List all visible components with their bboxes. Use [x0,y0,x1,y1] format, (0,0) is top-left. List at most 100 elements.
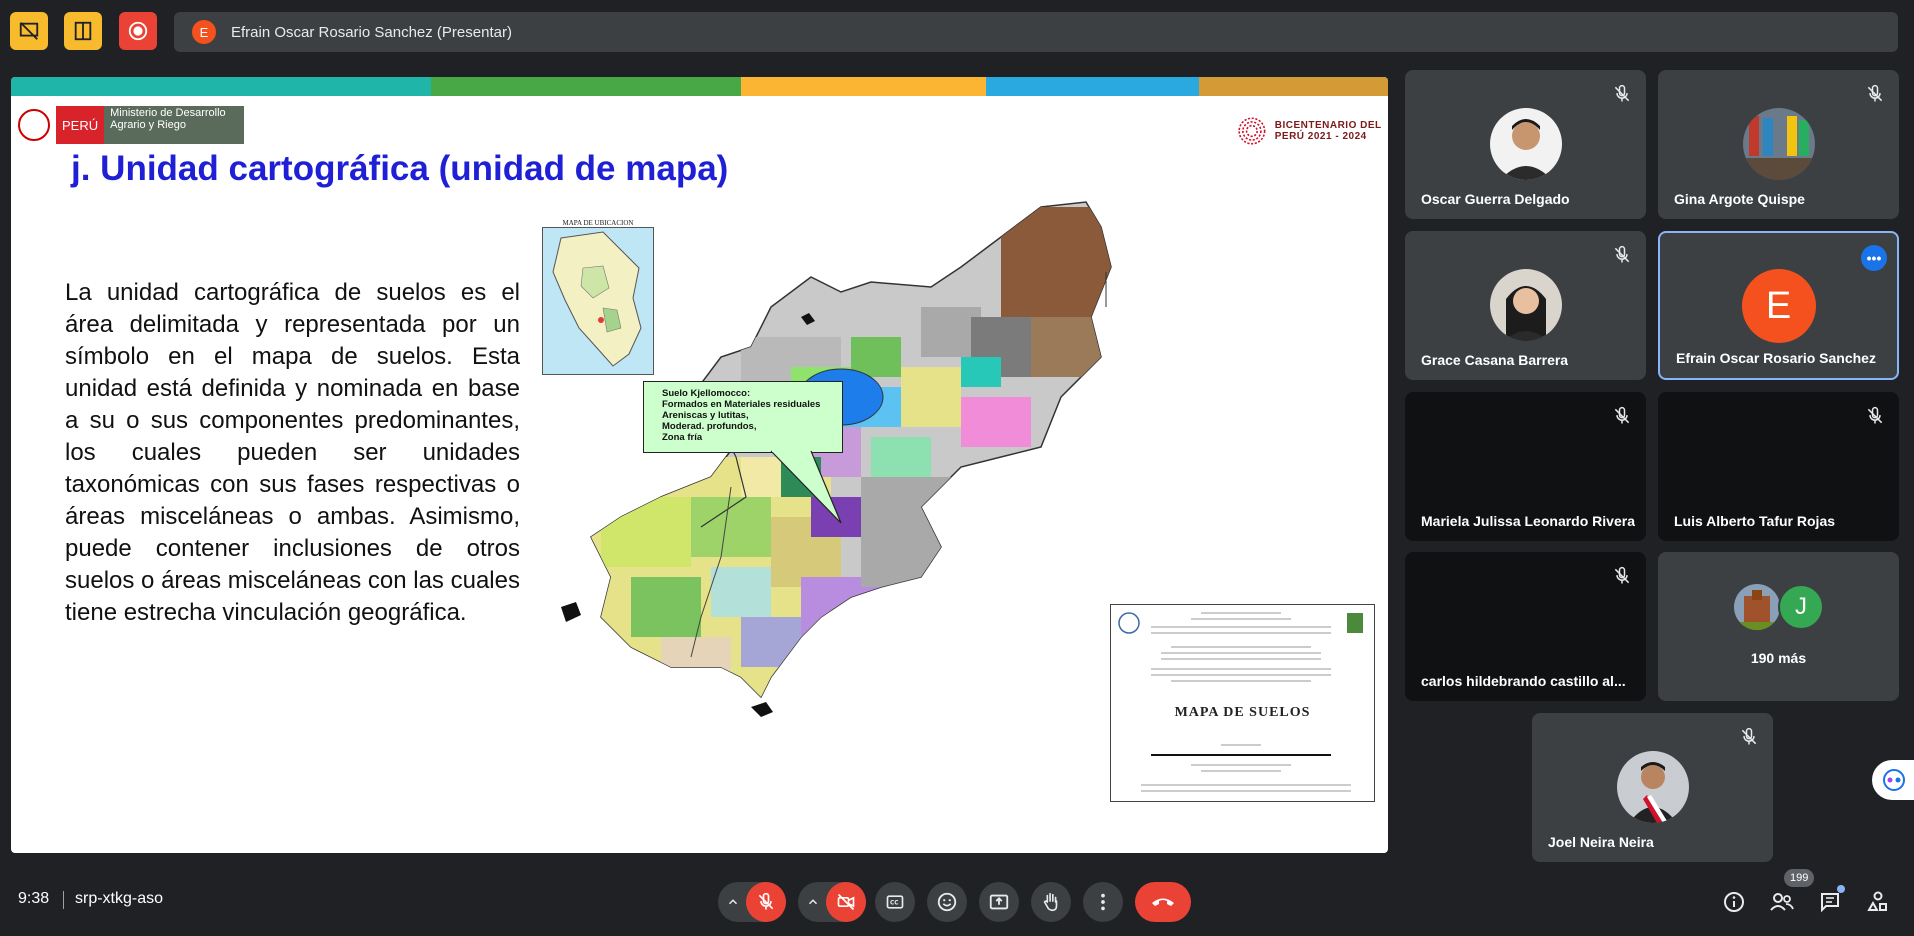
participant-tile[interactable]: Luis Alberto Tafur Rojas [1658,392,1899,541]
divider [63,891,64,909]
people-icon [1770,893,1794,911]
map-legend-block: MAPA DE SUELOS [1110,604,1375,802]
chevron-up-icon [728,899,738,905]
info-icon [1724,892,1744,912]
participant-name: Mariela Julissa Leonardo Rivera [1421,513,1635,529]
callout-line: Suelo Kjellomocco: [662,388,751,399]
meeting-info-button[interactable] [1717,885,1751,919]
mic-off-icon [1741,727,1757,745]
bicentenario-text: BICENTENARIO DEL PERÚ 2021 - 2024 [1274,120,1382,142]
mic-off-icon [1867,84,1883,102]
raise-hand-icon [1043,892,1058,912]
participant-tile-active[interactable]: ••• E Efrain Oscar Rosario Sanchez [1658,231,1899,380]
callout-line: Zona fría [662,432,703,443]
callout-line: Formados en Materiales residuales [662,399,821,410]
avatar-letter: J [1778,584,1824,630]
participant-name: carlos hildebrando castillo al... [1421,673,1626,689]
presenter-bar[interactable]: E Efrain Oscar Rosario Sanchez (Presenta… [174,12,1898,52]
end-call-button[interactable] [1135,882,1191,922]
layout-button[interactable] [64,12,102,50]
avatar [1489,108,1562,180]
presenter-label: Efrain Oscar Rosario Sanchez (Presentar) [231,23,512,41]
mic-off-icon [1867,406,1883,424]
chevron-up-icon [808,899,818,905]
end-call-icon [1152,898,1174,906]
coat-of-arms-icon [18,109,50,141]
participant-tile[interactable]: Mariela Julissa Leonardo Rivera [1405,392,1646,541]
participant-tile[interactable]: Oscar Guerra Delgado [1405,70,1646,219]
captions-icon: CC [886,895,904,909]
avatar [1616,751,1689,823]
emoji-button[interactable] [927,882,967,922]
present-screen-button[interactable] [979,882,1019,922]
slide-body-text: La unidad cartográfica de suelos es el á… [65,279,520,626]
presentation-off-icon [19,22,39,40]
map-callout: Suelo Kjellomocco: Formados en Materiale… [643,381,843,453]
callout-pointer [770,450,842,524]
unread-dot [1837,885,1845,893]
bicentenario-logo: BICENTENARIO DEL PERÚ 2021 - 2024 [1237,103,1382,159]
bicentenario-emblem-icon [1238,117,1266,145]
slide-title: j. Unidad cartográfica (unidad de mapa) [71,149,729,188]
slide-stripe [986,77,1199,96]
mic-off-icon [1614,84,1630,102]
avatar [1742,108,1815,180]
mic-options-button[interactable] [722,882,744,922]
hide-presentation-button[interactable] [10,12,48,50]
participant-tile[interactable]: Joel Neira Neira [1532,713,1773,862]
mic-off-icon [1614,406,1630,424]
chat-icon [1821,893,1839,913]
record-icon [128,21,148,41]
captions-button[interactable]: CC [875,882,915,922]
meeting-time: 9:38 [18,890,50,907]
slide-stripe [1199,77,1388,96]
layout-icon [74,21,92,41]
participant-name: Efrain Oscar Rosario Sanchez [1676,350,1876,366]
mic-toggle-button[interactable] [746,882,786,922]
logo-ministry: Ministerio de Desarrollo Agrario y Riego [104,106,245,144]
chat-button[interactable] [1813,885,1847,919]
mic-off-icon [1614,566,1630,584]
svg-text:CC: CC [890,901,899,907]
people-button[interactable] [1765,885,1799,919]
more-options-button[interactable] [1083,882,1123,922]
camera-off-icon [837,893,855,911]
presenter-avatar: E [192,20,216,44]
more-participants-tile[interactable]: J 190 más [1658,552,1899,701]
legend-title: MAPA DE SUELOS [1174,705,1311,720]
participant-tile[interactable]: carlos hildebrando castillo al... [1405,552,1646,701]
avatar-letter: E [1741,269,1816,343]
participant-name: Joel Neira Neira [1548,834,1654,850]
presentation-slide: PERÚ Ministerio de Desarrollo Agrario y … [11,77,1388,853]
legend-graphic [1118,612,1363,792]
participant-name: Luis Alberto Tafur Rojas [1674,513,1836,529]
side-panel-button[interactable] [1872,760,1914,800]
camera-options-button[interactable] [802,882,824,922]
logo-country: PERÚ [56,106,105,144]
callout-line: Areniscas y lutitas, [662,410,749,421]
slide-stripe [741,77,986,96]
more-options-icon [1101,893,1105,911]
raise-hand-button[interactable] [1031,882,1071,922]
ministry-logo: PERÚ Ministerio de Desarrollo Agrario y … [18,105,258,145]
participant-tile[interactable]: Gina Argote Quispe [1658,70,1899,219]
meeting-code: srp-xtkg-aso [75,890,164,907]
present-screen-icon [989,894,1009,910]
mic-off-icon [1614,245,1630,263]
avatar [1489,269,1562,341]
activities-button[interactable] [1861,885,1895,919]
slide-stripe [11,77,431,96]
participant-name: Gina Argote Quispe [1674,191,1805,207]
participant-name: Grace Casana Barrera [1421,352,1569,368]
recording-button[interactable] [119,12,157,50]
participant-name: Oscar Guerra Delgado [1421,191,1570,207]
companion-icon [1883,769,1905,791]
more-options-icon[interactable]: ••• [1861,245,1887,271]
more-participants-label: 190 más [1750,650,1807,666]
emoji-icon [937,892,957,912]
slide-stripe [431,77,741,96]
callout-line: Moderad. profundos, [662,421,757,432]
camera-toggle-button[interactable] [826,882,866,922]
participant-tile[interactable]: Grace Casana Barrera [1405,231,1646,380]
avatar [1734,584,1780,630]
